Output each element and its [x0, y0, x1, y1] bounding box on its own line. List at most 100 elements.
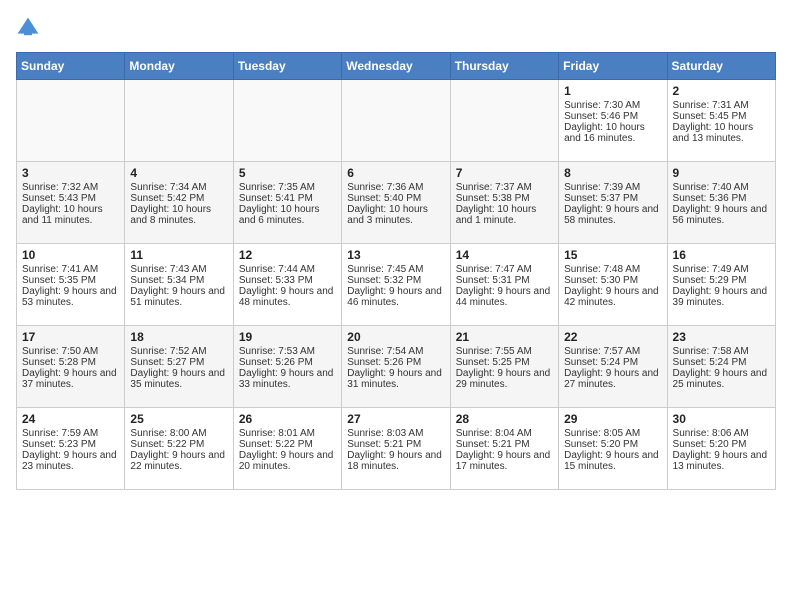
- header-cell-friday: Friday: [559, 53, 667, 80]
- logo-icon: [16, 16, 40, 40]
- day-number: 22: [564, 330, 661, 344]
- daylight-text: Daylight: 9 hours and 37 minutes.: [22, 368, 117, 390]
- day-cell: 23Sunrise: 7:58 AMSunset: 5:24 PMDayligh…: [667, 326, 775, 408]
- sunrise-text: Sunrise: 8:01 AM: [239, 428, 315, 439]
- day-cell: [125, 80, 233, 162]
- day-cell: 18Sunrise: 7:52 AMSunset: 5:27 PMDayligh…: [125, 326, 233, 408]
- day-number: 15: [564, 248, 661, 262]
- daylight-text: Daylight: 9 hours and 53 minutes.: [22, 286, 117, 308]
- day-number: 23: [673, 330, 770, 344]
- day-number: 30: [673, 412, 770, 426]
- day-cell: 7Sunrise: 7:37 AMSunset: 5:38 PMDaylight…: [450, 162, 558, 244]
- day-cell: 13Sunrise: 7:45 AMSunset: 5:32 PMDayligh…: [342, 244, 450, 326]
- header-cell-monday: Monday: [125, 53, 233, 80]
- daylight-text: Daylight: 9 hours and 25 minutes.: [673, 368, 768, 390]
- day-cell: [342, 80, 450, 162]
- daylight-text: Daylight: 9 hours and 44 minutes.: [456, 286, 551, 308]
- day-cell: 28Sunrise: 8:04 AMSunset: 5:21 PMDayligh…: [450, 408, 558, 490]
- sunrise-text: Sunrise: 7:35 AM: [239, 182, 315, 193]
- sunset-text: Sunset: 5:20 PM: [564, 439, 638, 450]
- sunset-text: Sunset: 5:27 PM: [130, 357, 204, 368]
- sunrise-text: Sunrise: 7:47 AM: [456, 264, 532, 275]
- daylight-text: Daylight: 9 hours and 17 minutes.: [456, 450, 551, 472]
- day-number: 20: [347, 330, 444, 344]
- daylight-text: Daylight: 9 hours and 22 minutes.: [130, 450, 225, 472]
- sunrise-text: Sunrise: 7:45 AM: [347, 264, 423, 275]
- sunset-text: Sunset: 5:45 PM: [673, 111, 747, 122]
- day-number: 25: [130, 412, 227, 426]
- sunset-text: Sunset: 5:31 PM: [456, 275, 530, 286]
- sunrise-text: Sunrise: 7:34 AM: [130, 182, 206, 193]
- day-cell: 2Sunrise: 7:31 AMSunset: 5:45 PMDaylight…: [667, 80, 775, 162]
- sunrise-text: Sunrise: 7:55 AM: [456, 346, 532, 357]
- day-cell: 25 Sunrise: 8:00 AMSunset: 5:22 PMDayligh…: [125, 408, 233, 490]
- page-header: [16, 16, 776, 40]
- sunset-text: Sunset: 5:21 PM: [347, 439, 421, 450]
- daylight-text: Daylight: 9 hours and 29 minutes.: [456, 368, 551, 390]
- sunrise-text: Sunrise: 7:52 AM: [130, 346, 206, 357]
- day-cell: 5Sunrise: 7:35 AMSunset: 5:41 PMDaylight…: [233, 162, 341, 244]
- daylight-text: Daylight: 9 hours and 48 minutes.: [239, 286, 334, 308]
- sunset-text: Sunset: 5:26 PM: [347, 357, 421, 368]
- daylight-text: Daylight: 9 hours and 39 minutes.: [673, 286, 768, 308]
- day-number: 12: [239, 248, 336, 262]
- daylight-text: Daylight: 9 hours and 13 minutes.: [673, 450, 768, 472]
- day-cell: 17Sunrise: 7:50 AMSunset: 5:28 PMDayligh…: [17, 326, 125, 408]
- day-number: 26: [239, 412, 336, 426]
- header-cell-thursday: Thursday: [450, 53, 558, 80]
- day-number: 29: [564, 412, 661, 426]
- daylight-text: Daylight: 9 hours and 51 minutes.: [130, 286, 225, 308]
- day-cell: 27Sunrise: 8:03 AMSunset: 5:21 PMDayligh…: [342, 408, 450, 490]
- day-number: 4: [130, 166, 227, 180]
- sunrise-text: Sunrise: 7:43 AM: [130, 264, 206, 275]
- sunset-text: Sunset: 5:28 PM: [22, 357, 96, 368]
- day-number: 24: [22, 412, 119, 426]
- day-number: 27: [347, 412, 444, 426]
- header-cell-sunday: Sunday: [17, 53, 125, 80]
- week-row-1: 1Sunrise: 7:30 AMSunset: 5:46 PMDaylight…: [17, 80, 776, 162]
- calendar-body: 1Sunrise: 7:30 AMSunset: 5:46 PMDaylight…: [17, 80, 776, 490]
- sunset-text: Sunset: 5:29 PM: [673, 275, 747, 286]
- sunset-text: Sunset: 5:24 PM: [673, 357, 747, 368]
- sunset-text: Sunset: 5:33 PM: [239, 275, 313, 286]
- sunset-text: Sunset: 5:36 PM: [673, 193, 747, 204]
- day-cell: 8 Sunrise: 7:39 AMSunset: 5:37 PMDaylight…: [559, 162, 667, 244]
- daylight-text: Daylight: 9 hours and 31 minutes.: [347, 368, 442, 390]
- sunrise-text: Sunrise: 7:39 AM: [564, 182, 640, 193]
- daylight-text: Daylight: 9 hours and 27 minutes.: [564, 368, 659, 390]
- header-row: SundayMondayTuesdayWednesdayThursdayFrid…: [17, 53, 776, 80]
- day-number: 3: [22, 166, 119, 180]
- daylight-text: Daylight: 9 hours and 42 minutes.: [564, 286, 659, 308]
- week-row-3: 10Sunrise: 7:41 AMSunset: 5:35 PMDayligh…: [17, 244, 776, 326]
- day-number: 14: [456, 248, 553, 262]
- calendar-table: SundayMondayTuesdayWednesdayThursdayFrid…: [16, 52, 776, 490]
- sunrise-text: Sunrise: 7:30 AM: [564, 100, 640, 111]
- sunrise-text: Sunrise: 7:50 AM: [22, 346, 98, 357]
- day-cell: 6Sunrise: 7:36 AMSunset: 5:40 PMDaylight…: [342, 162, 450, 244]
- daylight-text: Daylight: 10 hours and 13 minutes.: [673, 122, 754, 144]
- sunset-text: Sunset: 5:24 PM: [564, 357, 638, 368]
- daylight-text: Daylight: 9 hours and 46 minutes.: [347, 286, 442, 308]
- daylight-text: Daylight: 9 hours and 15 minutes.: [564, 450, 659, 472]
- week-row-5: 24Sunrise: 7:59 AMSunset: 5:23 PMDayligh…: [17, 408, 776, 490]
- sunset-text: Sunset: 5:42 PM: [130, 193, 204, 204]
- sunrise-text: Sunrise: 7:57 AM: [564, 346, 640, 357]
- sunrise-text: Sunrise: 7:53 AM: [239, 346, 315, 357]
- day-cell: 16Sunrise: 7:49 AMSunset: 5:29 PMDayligh…: [667, 244, 775, 326]
- day-number: 28: [456, 412, 553, 426]
- sunset-text: Sunset: 5:46 PM: [564, 111, 638, 122]
- day-cell: 30Sunrise: 8:06 AMSunset: 5:20 PMDayligh…: [667, 408, 775, 490]
- logo: [16, 16, 44, 40]
- daylight-text: Daylight: 9 hours and 35 minutes.: [130, 368, 225, 390]
- sunset-text: Sunset: 5:35 PM: [22, 275, 96, 286]
- day-cell: 29Sunrise: 8:05 AMSunset: 5:20 PMDayligh…: [559, 408, 667, 490]
- header-cell-wednesday: Wednesday: [342, 53, 450, 80]
- sunrise-text: Sunrise: 7:37 AM: [456, 182, 532, 193]
- sunset-text: Sunset: 5:37 PM: [564, 193, 638, 204]
- day-number: 8: [564, 166, 661, 180]
- header-cell-saturday: Saturday: [667, 53, 775, 80]
- sunset-text: Sunset: 5:22 PM: [130, 439, 204, 450]
- day-number: 11: [130, 248, 227, 262]
- sunrise-text: Sunrise: 8:00 AM: [130, 428, 206, 439]
- daylight-text: Daylight: 9 hours and 58 minutes.: [564, 204, 659, 226]
